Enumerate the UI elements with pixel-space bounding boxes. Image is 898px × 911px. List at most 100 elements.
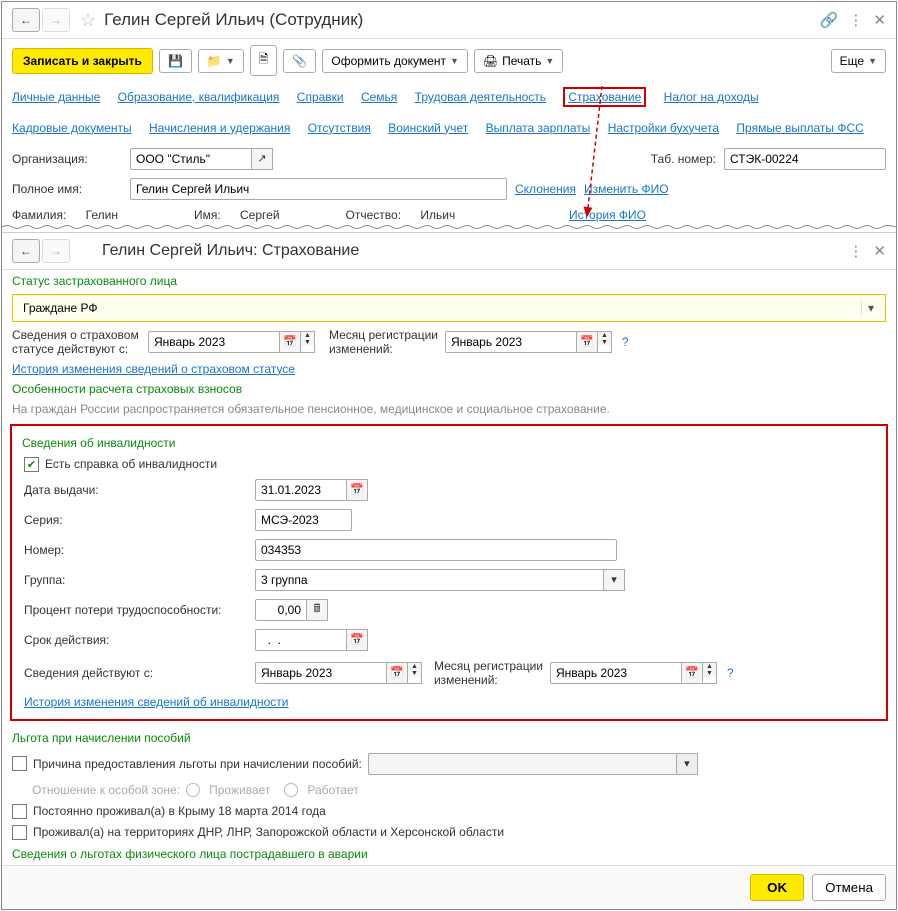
crimea-label: Постоянно проживал(а) в Крыму 18 марта 2… [33,804,326,818]
validity-input[interactable] [255,629,346,651]
folder-icon: 📁 [207,54,222,68]
subwindow-title: Гелин Сергей Ильич: Страхование [102,242,848,260]
status-input[interactable] [18,298,861,318]
calendar-icon[interactable]: 📅 [346,629,368,651]
benefit-reason-checkbox[interactable] [12,756,27,771]
calendar-icon[interactable]: 📅 [681,662,703,684]
has-cert-checkbox[interactable] [24,457,39,472]
number-label: Номер: [24,543,249,557]
info-reg-month-label: Месяц регистрации изменений: [434,659,544,687]
tabno-input[interactable] [724,148,886,170]
month-spinner[interactable]: ▲▼ [598,331,612,353]
month-spinner[interactable]: ▲▼ [301,331,315,353]
fullname-input[interactable] [130,178,507,200]
favorite-icon[interactable]: ☆ [80,10,96,31]
benefit-reason-input[interactable] [368,753,676,775]
fio-history-link[interactable]: История ФИО [569,208,646,222]
crimea-checkbox[interactable] [12,804,27,819]
help-icon[interactable]: ? [622,335,629,349]
more-button[interactable]: Еще ▼ [831,49,886,73]
number-input[interactable] [255,539,617,561]
print-button[interactable]: 🖨 Печать ▼ [474,49,563,73]
link-icon[interactable]: 🔗 [820,11,839,29]
tab-education[interactable]: Образование, квалификация [118,90,280,104]
month-spinner[interactable]: ▲▼ [408,662,422,684]
valid-from-label: Сведения о страховом статусе действуют с… [12,328,142,356]
tab-refs[interactable]: Справки [297,90,344,104]
close-icon[interactable]: ✕ [873,11,886,29]
issue-date-input[interactable] [255,479,346,501]
help-icon[interactable]: ? [727,666,734,680]
validity-label: Срок действия: [24,633,249,647]
chevron-down-icon[interactable]: ▾ [861,301,880,315]
group-input[interactable] [255,569,603,591]
percent-input[interactable] [255,599,306,621]
calendar-icon[interactable]: 📅 [576,331,598,353]
declensions-link[interactable]: Склонения [515,182,576,196]
calc-section-header: Особенности расчета страховых взносов [2,378,896,400]
calendar-icon[interactable]: 📅 [346,479,368,501]
series-label: Серия: [24,513,249,527]
edit-fio-link[interactable]: Изменить ФИО [584,182,669,196]
kebab-icon[interactable]: ⋮ [848,11,863,29]
torn-edge [2,224,896,230]
doc-button[interactable]: 🗎 [250,45,278,76]
zone-live-radio [186,783,200,797]
cancel-button[interactable]: Отмена [812,874,886,901]
floppy-icon: 💾 [168,54,183,68]
chevron-down-icon[interactable]: ▾ [676,753,698,775]
surname-value: Гелин [86,208,118,222]
close-icon-2[interactable]: ✕ [873,242,886,260]
ok-button[interactable]: OK [750,874,804,901]
tab-family[interactable]: Семья [361,90,397,104]
tabno-label: Таб. номер: [651,152,716,166]
benefit-reason-label: Причина предоставления льготы при начисл… [33,757,362,771]
tab-insurance[interactable]: Страхование [563,87,646,107]
calendar-icon[interactable]: 📅 [279,331,301,353]
tab-tax[interactable]: Налог на доходы [664,90,759,104]
save-close-button[interactable]: Записать и закрыть [12,48,153,74]
calculator-icon[interactable]: 🖩 [306,599,328,621]
chevron-down-icon: ▼ [545,56,554,66]
create-doc-button[interactable]: Оформить документ ▼ [322,49,467,73]
forward-button-2[interactable]: → [42,239,70,263]
back-button[interactable]: ← [12,8,40,32]
chevron-down-icon[interactable]: ▾ [603,569,625,591]
valid-from-input[interactable] [148,331,279,353]
info-valid-from-input[interactable] [255,662,386,684]
dnr-checkbox[interactable] [12,825,27,840]
folder-button[interactable]: 📁▼ [198,49,244,73]
month-spinner[interactable]: ▲▼ [703,662,717,684]
back-button-2[interactable]: ← [12,239,40,263]
tab-accruals[interactable]: Начисления и удержания [149,121,290,135]
tab-fss[interactable]: Прямые выплаты ФСС [736,121,863,135]
patronymic-label: Отчество: [346,208,402,222]
tab-personal[interactable]: Личные данные [12,90,100,104]
reg-month-input[interactable] [445,331,576,353]
kebab-icon-2[interactable]: ⋮ [848,242,863,260]
zone-work-radio [284,783,298,797]
calendar-icon[interactable]: 📅 [386,662,408,684]
status-section-header: Статус застрахованного лица [2,270,896,292]
calc-note: На граждан России распространяется обяза… [2,400,896,418]
tab-bookkeeping[interactable]: Настройки бухучета [608,121,719,135]
forward-button[interactable]: → [42,8,70,32]
tab-labor[interactable]: Трудовая деятельность [415,90,546,104]
tab-salary[interactable]: Выплата зарплаты [486,121,591,135]
status-dropdown[interactable]: ▾ [12,294,886,322]
org-label: Организация: [12,152,122,166]
info-reg-month-input[interactable] [550,662,681,684]
tab-hr-docs[interactable]: Кадровые документы [12,121,132,135]
dnr-label: Проживал(а) на территориях ДНР, ЛНР, Зап… [33,825,504,839]
info-valid-from-label: Сведения действуют с: [24,666,249,680]
tab-absences[interactable]: Отсутствия [308,121,371,135]
attach-button[interactable]: 📎 [283,49,316,73]
save-button[interactable]: 💾 [159,49,192,73]
disability-history-link[interactable]: История изменения сведений об инвалиднос… [24,695,289,709]
org-input[interactable] [130,148,251,170]
status-history-link[interactable]: История изменения сведений о страховом с… [12,362,295,376]
issue-date-label: Дата выдачи: [24,483,249,497]
open-ref-icon[interactable]: ↗ [251,148,273,170]
series-input[interactable] [255,509,352,531]
tab-military[interactable]: Воинский учет [388,121,468,135]
